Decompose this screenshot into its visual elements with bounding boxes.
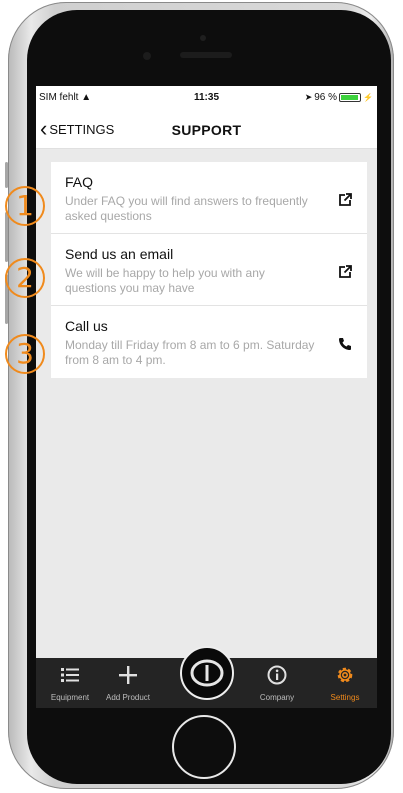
gear-icon [311,664,379,686]
list-item-email[interactable]: Send us an email We will be happy to hel… [51,234,367,306]
info-icon [243,664,311,686]
callout-marker-2: 2 [5,258,45,298]
front-camera [200,35,206,41]
mute-switch [5,162,8,188]
external-link-icon[interactable] [337,192,353,208]
support-list: FAQ Under FAQ you will find answers to f… [51,162,367,378]
item-title: Call us [65,318,108,334]
battery-icon [339,93,362,102]
earpiece-speaker [180,52,232,58]
tab-company[interactable]: Company [243,658,311,708]
app-screen: SIM fehlt ▲ 11:35 ➤ 96 % ⚡ ‹ SETTINGS SU… [36,86,377,708]
item-description: Monday till Friday from 8 am to 6 pm. Sa… [65,338,315,367]
navigation-bar: ‹ SETTINGS SUPPORT [36,110,377,149]
item-description: Under FAQ you will find answers to frequ… [65,194,308,223]
status-right: ➤ 96 % ⚡ [305,92,373,103]
list-item-call[interactable]: Call us Monday till Friday from 8 am to … [51,306,367,378]
tab-add-product[interactable]: Add Product [94,658,162,708]
page-title: SUPPORT [171,122,242,138]
plus-icon [94,664,162,686]
center-action-button[interactable] [180,646,234,700]
tab-label: Company [259,693,295,702]
item-title: Send us an email [65,246,174,262]
item-description: We will be happy to help you with any qu… [65,266,265,295]
volume-up-button [5,212,8,262]
charging-icon: ⚡ [363,93,373,102]
battery-percent: 96 % [314,92,338,103]
callout-marker-3: 3 [5,334,45,374]
status-bar: SIM fehlt ▲ 11:35 ➤ 96 % ⚡ [36,86,377,110]
home-button[interactable] [172,715,236,779]
battery-fill [341,95,359,100]
external-link-icon[interactable] [337,264,353,280]
item-title: FAQ [65,174,94,190]
brand-logo-icon [190,659,224,687]
proximity-sensor [143,52,151,60]
phone-icon[interactable] [337,336,353,352]
list-item-faq[interactable]: FAQ Under FAQ you will find answers to f… [51,162,367,234]
tab-label: Settings [330,693,360,702]
location-arrow-icon: ➤ [304,92,313,102]
tab-settings[interactable]: Settings [311,658,379,708]
tab-label: Add Product [105,693,151,702]
callout-marker-1: 1 [5,186,45,226]
